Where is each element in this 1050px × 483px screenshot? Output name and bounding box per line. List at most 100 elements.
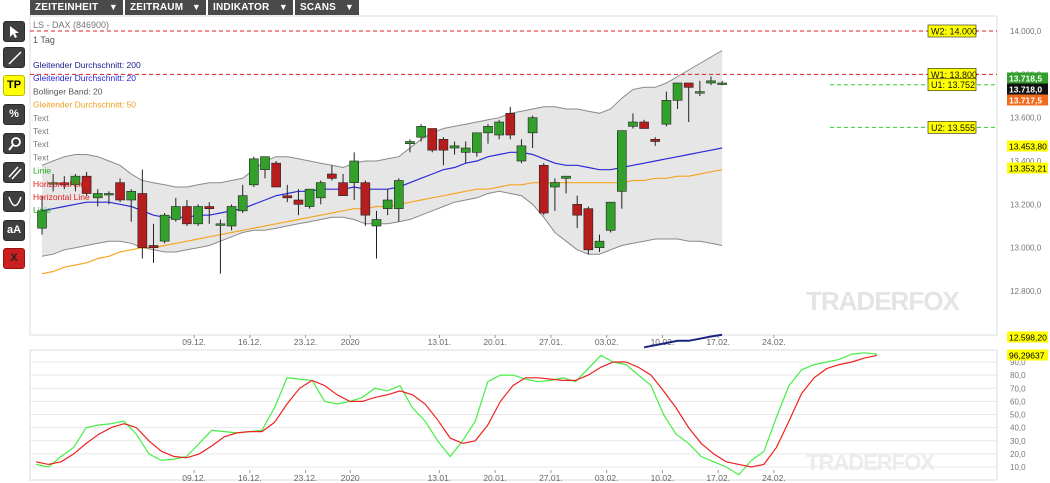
date-axis-label: 23.12.	[294, 337, 318, 347]
candle-body	[393, 180, 404, 209]
legend-item: Text	[33, 139, 49, 149]
candle-body	[271, 162, 281, 188]
candle-body	[226, 206, 237, 227]
stochastic-axis-tick-label: 70,0	[1010, 384, 1026, 393]
candle-body	[405, 141, 415, 144]
candle-body	[382, 199, 393, 209]
stochastic-axis-tick-label: 50,0	[1010, 411, 1026, 420]
candle-body	[650, 139, 661, 142]
candle-body	[137, 193, 148, 248]
date-axis-label: 09.12.	[182, 337, 206, 347]
candle-body	[249, 158, 259, 186]
price-axis-tick-label: 13.200,0	[1010, 200, 1042, 209]
candle-body	[494, 121, 504, 136]
candle-body	[472, 132, 482, 153]
candle-body	[148, 245, 159, 248]
level-label: U1: 13.752	[931, 80, 975, 90]
candle-body	[171, 206, 181, 220]
interval-label: 1 Tag	[33, 35, 55, 45]
candle-body	[538, 165, 549, 214]
level-label: U2: 13.555	[931, 123, 975, 133]
candle-body	[92, 193, 103, 199]
candle-body	[594, 240, 605, 248]
stochastic-line	[35, 354, 878, 468]
stochastic-axis-tick-label: 20,0	[1010, 450, 1026, 459]
date-axis-label: 03.02.	[595, 473, 619, 483]
date-axis-label: 03.02.	[595, 337, 619, 347]
legend-item: Bollinger Band: 20	[33, 86, 103, 96]
candle-body	[427, 128, 438, 151]
date-axis-label: 2020	[341, 473, 360, 483]
candle-body	[449, 145, 460, 149]
candle-body	[550, 182, 560, 188]
candle-body	[605, 201, 616, 231]
legend-item: Gleitender Durchschnitt: 20	[33, 73, 136, 83]
date-axis-label: 17.02.	[706, 337, 730, 347]
candle-body	[460, 147, 471, 153]
date-axis-label: 16.12.	[238, 473, 262, 483]
date-axis-label: 23.12.	[294, 473, 318, 483]
stochastic-axis-tick-label: 40,0	[1010, 424, 1026, 433]
legend-item: Horizontal Line	[33, 192, 90, 202]
price-axis-tick-label: 14.000,0	[1010, 27, 1042, 36]
watermark: TRADERFOX	[806, 286, 960, 316]
level-label: W2: 14.000	[931, 27, 977, 37]
price-tag-label: 13.718,5	[1009, 74, 1042, 84]
candle-body	[338, 182, 348, 196]
date-axis-label: 13.01.	[428, 473, 452, 483]
candle-body	[215, 223, 226, 226]
stochastic-axis-tick-label: 60,0	[1010, 397, 1026, 406]
candle-body	[516, 145, 527, 162]
date-axis-label: 27.01.	[539, 473, 563, 483]
candle-body	[706, 80, 716, 84]
legend-item: Gleitender Durchschnitt: 50	[33, 100, 136, 110]
stochastic-axis-tick-label: 10,0	[1010, 463, 1026, 472]
candle-body	[237, 195, 248, 212]
legend-item: Text	[33, 152, 49, 162]
candle-body	[717, 82, 727, 85]
price-tag-label: 96,29637	[1009, 351, 1045, 361]
candle-body	[182, 206, 192, 225]
candle-body	[115, 182, 125, 201]
stochastic-axis-tick-label: 80,0	[1010, 371, 1026, 380]
date-axis-label: 24.02.	[762, 337, 786, 347]
chart-canvas: 12.800,013.000,013.200,013.400,013.600,0…	[29, 15, 1048, 483]
price-axis-tick-label: 13.600,0	[1010, 114, 1042, 123]
candle-body	[327, 173, 337, 179]
candle-body	[616, 130, 627, 192]
date-axis-label: 16.12.	[238, 337, 262, 347]
candle-body	[315, 182, 326, 199]
price-tag-label: 13.453,80	[1009, 142, 1047, 152]
date-axis-label: 10.02.	[651, 473, 675, 483]
candle-body	[293, 199, 304, 205]
level-label: W1: 13.800	[931, 70, 977, 80]
price-axis-tick-label: 13.000,0	[1010, 244, 1042, 253]
date-axis-label: 27.01.	[539, 337, 563, 347]
date-axis-label: 24.02.	[762, 473, 786, 483]
candle-body	[527, 117, 538, 134]
candle-body	[204, 206, 215, 209]
price-tag-label: 13.353,21	[1009, 164, 1047, 174]
price-tag-label: 12.598,20	[1009, 333, 1047, 343]
price-tag-label: 13.717,5	[1009, 96, 1042, 106]
date-axis-label: 09.12.	[182, 473, 206, 483]
candle-body	[416, 126, 426, 138]
price-tag-label: 13.718,0	[1009, 85, 1042, 95]
candle-body	[438, 139, 449, 151]
candle-body	[260, 156, 270, 170]
candle-body	[572, 204, 583, 216]
date-axis-label: 20.01.	[483, 473, 507, 483]
date-axis-label: 20.01.	[483, 337, 507, 347]
candle-body	[349, 160, 360, 183]
date-axis-label: 17.02.	[706, 473, 730, 483]
stochastic-line	[35, 352, 877, 476]
stochastic-axis-tick-label: 30,0	[1010, 437, 1026, 446]
candle-body	[483, 126, 493, 134]
legend-item: Horizontal Line	[33, 179, 90, 189]
candle-body	[672, 82, 683, 101]
candle-body	[126, 191, 136, 201]
legend-item: Linie	[33, 166, 51, 176]
candle-body	[561, 175, 571, 179]
candle-body	[104, 193, 114, 196]
candle-body	[360, 182, 371, 216]
